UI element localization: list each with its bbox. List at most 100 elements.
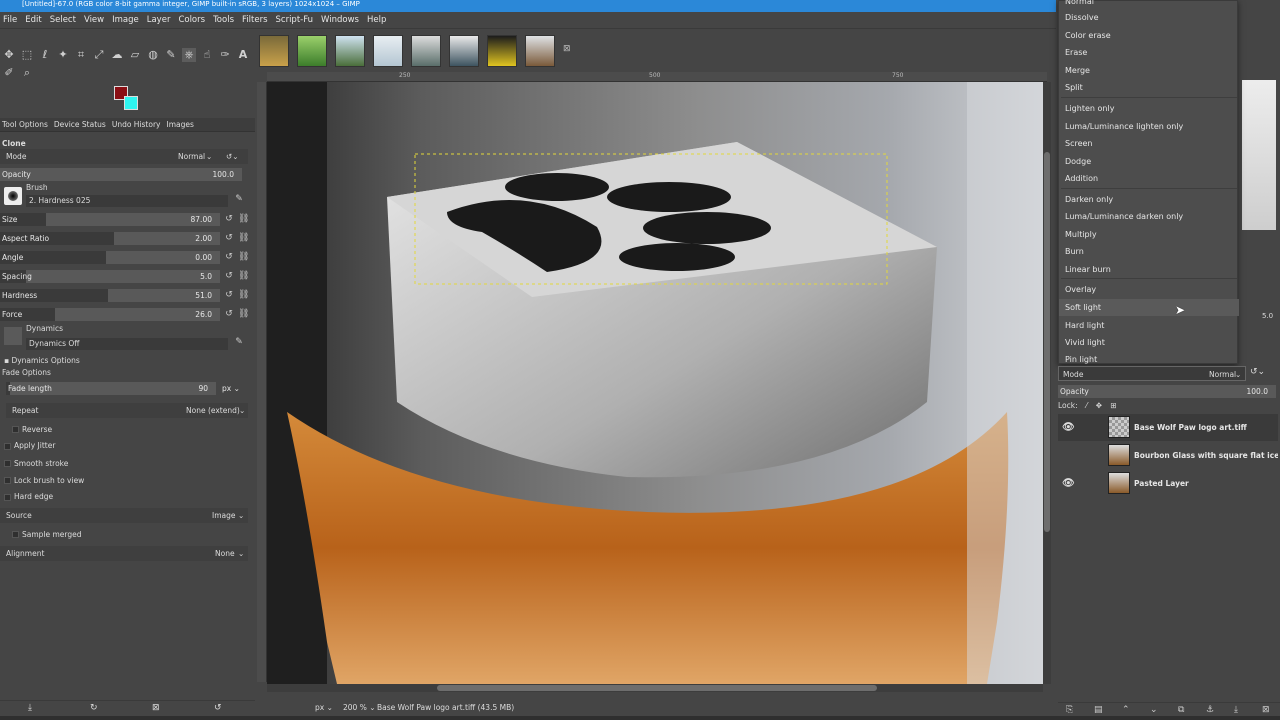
slider-value[interactable]: 5.0: [200, 270, 212, 283]
fade-length-slider[interactable]: Fade length 90: [6, 382, 216, 395]
menu-file[interactable]: File: [3, 15, 17, 25]
link-dynamics-icon[interactable]: ⛓: [238, 213, 249, 225]
menu-image[interactable]: Image: [112, 15, 139, 25]
link-dynamics-icon[interactable]: ⛓: [238, 251, 249, 263]
brush-spacing-value[interactable]: 5.0: [1262, 312, 1273, 320]
visibility-eye-icon[interactable]: 👁: [1062, 470, 1075, 497]
slider-value[interactable]: 26.0: [195, 308, 212, 321]
blend-mode-item[interactable]: Screen: [1059, 135, 1239, 152]
alignment-value[interactable]: None: [215, 546, 235, 561]
menu-help[interactable]: Help: [367, 15, 386, 25]
tab-images[interactable]: Images: [167, 120, 194, 129]
brush-preview[interactable]: [4, 187, 22, 205]
anchor-layer-icon[interactable]: ⚓: [1206, 705, 1214, 715]
horizontal-scrollbar[interactable]: [267, 684, 1043, 692]
blend-mode-item[interactable]: Erase: [1059, 44, 1239, 61]
image-tab-thumbnail[interactable]: [259, 35, 289, 67]
sample-merged-checkbox[interactable]: [12, 531, 19, 538]
source-value[interactable]: Image: [212, 508, 236, 523]
menu-colors[interactable]: Colors: [178, 15, 205, 25]
slider-force[interactable]: Force 26.0: [0, 308, 220, 321]
delete-layer-icon[interactable]: ⊠: [1262, 705, 1270, 715]
fade-length-value[interactable]: 90: [198, 382, 208, 395]
reset-icon[interactable]: ↺⌄: [226, 149, 239, 164]
chevron-down-icon[interactable]: ⌄: [239, 403, 245, 418]
menu-layer[interactable]: Layer: [147, 15, 171, 25]
smudge-tool-icon[interactable]: ☝: [200, 48, 214, 62]
mode-value[interactable]: Normal: [178, 149, 205, 164]
repeat-value[interactable]: None (extend): [186, 403, 240, 418]
unified-transform-tool-icon[interactable]: ⤢: [92, 48, 106, 62]
dynamics-field[interactable]: Dynamics Off: [26, 338, 228, 350]
link-dynamics-icon[interactable]: ⛓: [238, 232, 249, 244]
slider-hardness[interactable]: Hardness 51.0: [0, 289, 220, 302]
layer-name[interactable]: Pasted Layer: [1134, 470, 1278, 497]
link-dynamics-icon[interactable]: ⛓: [238, 289, 249, 301]
blend-mode-item[interactable]: Soft light: [1059, 299, 1239, 316]
horizontal-scrollbar-thumb[interactable]: [437, 685, 877, 691]
blend-mode-item[interactable]: Lighten only: [1059, 100, 1239, 117]
layer-mode-row[interactable]: Mode Normal ⌄: [1058, 366, 1246, 381]
blend-mode-item[interactable]: Luma/Luminance lighten only: [1059, 118, 1239, 135]
slider-angle[interactable]: Angle 0.00: [0, 251, 220, 264]
blend-mode-item[interactable]: Color erase: [1059, 27, 1239, 44]
blend-mode-item[interactable]: Merge: [1059, 62, 1239, 79]
blend-mode-item[interactable]: Vivid light: [1059, 334, 1239, 351]
fade-unit-select[interactable]: px ⌄: [222, 381, 240, 396]
alignment-row[interactable]: Alignment None ⌄: [0, 546, 248, 561]
delete-options-icon[interactable]: ⊠: [152, 703, 160, 713]
blend-mode-item[interactable]: Multiply: [1059, 226, 1239, 243]
clone-tool-icon[interactable]: ⎈: [182, 48, 196, 62]
mode-row[interactable]: Mode Normal ⌄ ↺⌄: [0, 149, 248, 164]
slider-spacing[interactable]: Spacing 5.0: [0, 270, 220, 283]
image-tab-thumbnail[interactable]: [525, 35, 555, 67]
vertical-scrollbar[interactable]: [1043, 82, 1051, 684]
raise-layer-icon[interactable]: ⌃: [1122, 705, 1130, 715]
menu-windows[interactable]: Windows: [321, 15, 359, 25]
chevron-down-icon[interactable]: ⌄: [1235, 367, 1241, 382]
reverse-checkbox[interactable]: [12, 426, 19, 433]
brush-grid[interactable]: [1242, 80, 1276, 230]
dynamics-preview-icon[interactable]: [4, 327, 22, 345]
blend-mode-item[interactable]: Addition: [1059, 170, 1239, 187]
image-tab-thumbnail[interactable]: [335, 35, 365, 67]
blend-mode-item[interactable]: Overlay: [1059, 281, 1239, 298]
lock-brush-checkbox[interactable]: [4, 477, 11, 484]
blend-mode-item[interactable]: Dissolve: [1059, 9, 1239, 26]
paths-tool-icon[interactable]: ✑: [218, 48, 232, 62]
chevron-down-icon[interactable]: ⌄: [206, 149, 212, 164]
menu-tools[interactable]: Tools: [213, 15, 234, 25]
bucket-fill-tool-icon[interactable]: ◍: [146, 48, 160, 62]
layer-thumbnail[interactable]: [1108, 472, 1130, 494]
lock-position-icon[interactable]: ✥: [1096, 401, 1102, 410]
slider-aspect-ratio[interactable]: Aspect Ratio 2.00: [0, 232, 220, 245]
menu-filters[interactable]: Filters: [242, 15, 267, 25]
blend-mode-item[interactable]: Dodge: [1059, 153, 1239, 170]
blend-mode-item[interactable]: Linear burn: [1059, 261, 1239, 278]
tab-undo-history[interactable]: Undo History: [112, 120, 161, 129]
smooth-stroke-checkbox[interactable]: [4, 460, 11, 467]
save-options-icon[interactable]: ⤓: [28, 703, 32, 713]
layer-mode-value[interactable]: Normal: [1209, 367, 1236, 382]
opacity-slider[interactable]: Opacity 100.0: [0, 168, 242, 181]
zoom-select[interactable]: 200 % ⌄: [343, 700, 376, 716]
tab-device-status[interactable]: Device Status: [54, 120, 106, 129]
rect-select-tool-icon[interactable]: ⬚: [20, 48, 34, 62]
reset-icon[interactable]: ↺: [224, 232, 234, 244]
horizontal-ruler[interactable]: 250 500 750: [267, 72, 1047, 82]
vertical-scrollbar-thumb[interactable]: [1044, 152, 1050, 532]
tab-tool-options[interactable]: Tool Options: [2, 120, 48, 129]
layer-opacity-slider[interactable]: Opacity 100.0: [1058, 385, 1276, 398]
lasso-tool-icon[interactable]: ℓ: [38, 48, 52, 62]
move-tool-icon[interactable]: ✥: [2, 48, 16, 62]
background-color-swatch[interactable]: [124, 96, 138, 110]
image-canvas[interactable]: [267, 82, 1043, 684]
brush-name-field[interactable]: 2. Hardness 025: [26, 195, 228, 207]
layer-opacity-value[interactable]: 100.0: [1247, 385, 1268, 398]
visibility-eye-icon[interactable]: 👁: [1062, 414, 1075, 441]
source-row[interactable]: Source Image ⌄: [0, 508, 248, 523]
vertical-ruler[interactable]: [257, 82, 267, 682]
opacity-value[interactable]: 100.0: [213, 168, 234, 181]
repeat-row[interactable]: Repeat None (extend) ⌄: [6, 403, 248, 418]
blend-mode-item[interactable]: Split: [1059, 79, 1239, 96]
